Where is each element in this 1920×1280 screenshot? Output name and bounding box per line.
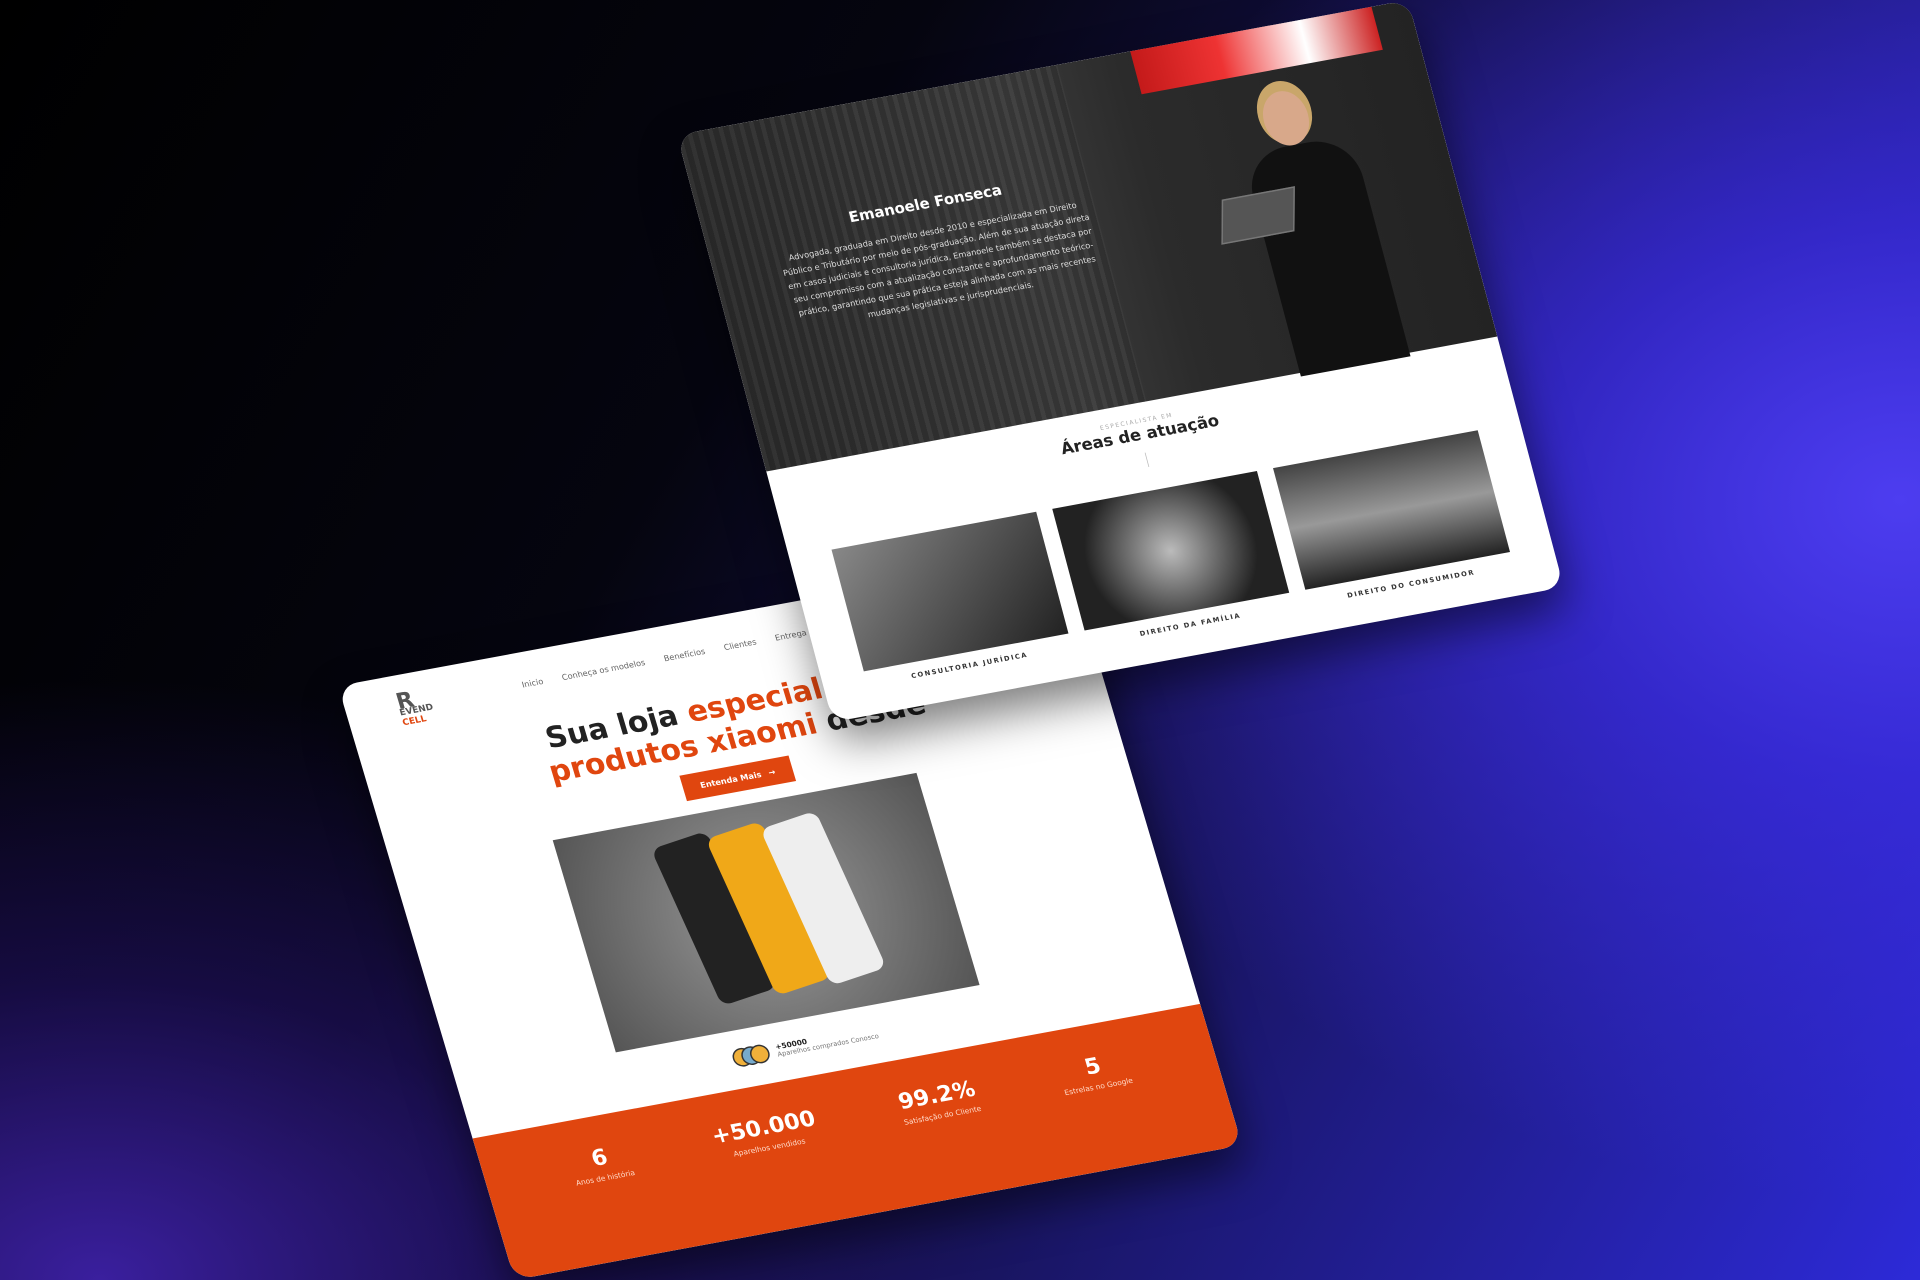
button-label: Entenda Mais [698, 769, 763, 790]
area-image [831, 511, 1069, 672]
arrow-right-icon: → [767, 766, 777, 778]
stat: 6 Anos de história [566, 1140, 658, 1264]
social-proof: +50000 Aparelhos comprados Conosco [730, 1023, 880, 1069]
area-card[interactable]: DIREITO DO CONSUMIDOR [1273, 430, 1515, 607]
stat: +50.000 Aparelhos vendidos [709, 1106, 845, 1238]
stat: 99.2% Satisfação do Cliente [895, 1076, 1006, 1203]
nav-beneficios[interactable]: Benefícios [663, 647, 707, 664]
nav-clientes[interactable]: Clientes [723, 637, 758, 652]
divider [1144, 452, 1149, 468]
area-card[interactable]: CONSULTORIA JURÍDICA [831, 511, 1073, 689]
area-image [1273, 430, 1511, 590]
nav-inicio[interactable]: Inicio [521, 677, 545, 690]
logo: R EVEND CELL [393, 687, 437, 728]
lawyer-photo [1202, 64, 1424, 377]
nav-modelos[interactable]: Conheça os modelos [561, 658, 647, 683]
stat: 5 Estrelas no Google [1055, 1048, 1157, 1174]
area-image [1052, 471, 1290, 631]
law-site-preview: Emanoele Fonseca Advogada, graduada em D… [677, 0, 1564, 723]
phones-image [552, 772, 980, 1053]
area-card[interactable]: DIREITO DA FAMÍLIA [1052, 471, 1294, 648]
